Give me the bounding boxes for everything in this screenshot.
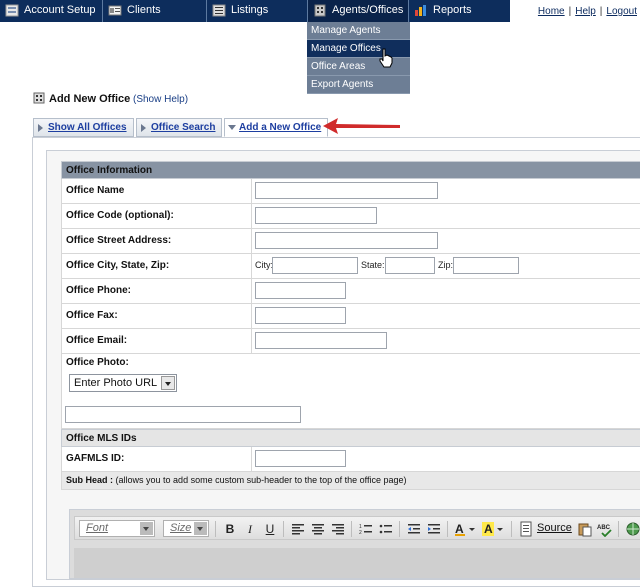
logout-link[interactable]: Logout bbox=[606, 6, 637, 17]
numbered-list-icon[interactable]: 12 bbox=[358, 521, 374, 537]
svg-text:ABC: ABC bbox=[597, 525, 611, 531]
chevron-down-icon bbox=[140, 522, 153, 535]
office-code-input[interactable] bbox=[255, 207, 377, 224]
section-office-mls-ids: Office MLS IDs bbox=[61, 429, 640, 447]
bulleted-list-icon[interactable] bbox=[378, 521, 394, 537]
tab-office-search[interactable]: Office Search bbox=[136, 118, 223, 137]
city-input[interactable] bbox=[272, 257, 358, 274]
agents-offices-dropdown: Manage Agents Manage Offices Office Area… bbox=[307, 22, 410, 94]
photo-url-input[interactable] bbox=[65, 406, 301, 423]
spellcheck-icon[interactable]: ABC bbox=[597, 521, 613, 537]
office-form: Office Information Office Name Office Co… bbox=[61, 161, 640, 490]
tab-arrow-down-icon bbox=[228, 125, 236, 130]
office-fax-input[interactable] bbox=[255, 307, 346, 324]
home-link[interactable]: Home bbox=[538, 6, 565, 17]
svg-text:A: A bbox=[455, 522, 464, 536]
underline-button[interactable]: U bbox=[262, 521, 278, 537]
row-office-photo: Office Photo: Enter Photo URL bbox=[61, 354, 640, 429]
office-name-input[interactable] bbox=[255, 182, 438, 199]
paste-icon[interactable] bbox=[577, 521, 593, 537]
svg-text:2: 2 bbox=[359, 530, 362, 536]
editor-toolbar: Font Size B I U 12 A A Source ABC bbox=[74, 516, 640, 540]
clients-icon bbox=[108, 5, 122, 16]
row-office-phone: Office Phone: bbox=[61, 279, 640, 304]
tab-add-new-office[interactable]: Add a New Office bbox=[224, 118, 329, 137]
zip-input[interactable] bbox=[453, 257, 519, 274]
text-color-icon[interactable]: A bbox=[454, 521, 478, 537]
row-office-name: Office Name bbox=[61, 179, 640, 204]
svg-text:A: A bbox=[484, 522, 493, 536]
show-help-link[interactable]: (Show Help) bbox=[133, 94, 188, 105]
hand-cursor-icon bbox=[379, 48, 393, 68]
tab-arrow-icon bbox=[38, 124, 43, 132]
nav-listings[interactable]: Listings bbox=[207, 0, 308, 22]
source-icon bbox=[520, 521, 532, 537]
row-office-street: Office Street Address: bbox=[61, 229, 640, 254]
source-button[interactable]: Source bbox=[537, 522, 572, 534]
tab-arrow-icon bbox=[141, 124, 146, 132]
align-right-icon[interactable] bbox=[330, 521, 346, 537]
globe-icon[interactable] bbox=[625, 521, 640, 537]
row-gafmls-id: GAFMLS ID: bbox=[61, 447, 640, 472]
state-input[interactable] bbox=[385, 257, 435, 274]
top-nav: Account Setup Clients Listings Agents/Of… bbox=[0, 0, 510, 22]
listings-icon bbox=[212, 4, 226, 17]
agents-offices-icon bbox=[314, 4, 326, 17]
indent-icon[interactable] bbox=[426, 521, 442, 537]
menu-item-export-agents[interactable]: Export Agents bbox=[307, 76, 410, 94]
tab-show-all-offices[interactable]: Show All Offices bbox=[33, 118, 134, 137]
top-links: Home | Help | Logout bbox=[537, 6, 637, 17]
row-office-code: Office Code (optional): bbox=[61, 204, 640, 229]
align-center-icon[interactable] bbox=[310, 521, 326, 537]
chevron-down-icon bbox=[194, 522, 207, 535]
outdent-icon[interactable] bbox=[406, 521, 422, 537]
account-setup-icon bbox=[5, 4, 19, 17]
office-email-input[interactable] bbox=[255, 332, 387, 349]
nav-agents-offices[interactable]: Agents/Offices bbox=[308, 0, 409, 22]
menu-item-manage-agents[interactable]: Manage Agents bbox=[307, 22, 410, 40]
chevron-down-icon bbox=[161, 376, 175, 390]
nav-reports[interactable]: Reports bbox=[409, 0, 510, 22]
font-select[interactable]: Font bbox=[79, 520, 155, 537]
reports-icon bbox=[415, 5, 426, 16]
help-link[interactable]: Help bbox=[575, 6, 596, 17]
size-select[interactable]: Size bbox=[163, 520, 209, 537]
background-color-icon[interactable]: A bbox=[482, 521, 506, 537]
office-street-input[interactable] bbox=[255, 232, 438, 249]
nav-clients[interactable]: Clients bbox=[103, 0, 207, 22]
office-phone-input[interactable] bbox=[255, 282, 346, 299]
page-title: Add New Office bbox=[33, 92, 130, 105]
row-office-city-state-zip: Office City, State, Zip: City: State: Zi… bbox=[61, 254, 640, 279]
photo-source-select[interactable]: Enter Photo URL bbox=[69, 374, 177, 392]
menu-item-office-areas[interactable]: Office Areas bbox=[307, 58, 410, 76]
row-office-fax: Office Fax: bbox=[61, 304, 640, 329]
row-office-email: Office Email: bbox=[61, 329, 640, 354]
office-building-icon bbox=[33, 92, 45, 104]
align-left-icon[interactable] bbox=[290, 521, 306, 537]
section-office-information: Office Information bbox=[61, 161, 640, 179]
italic-button[interactable]: I bbox=[242, 521, 258, 537]
menu-item-manage-offices[interactable]: Manage Offices bbox=[307, 40, 410, 58]
row-sub-head: Sub Head : (allows you to add some custo… bbox=[61, 472, 640, 490]
nav-account-setup[interactable]: Account Setup bbox=[0, 0, 103, 22]
bold-button[interactable]: B bbox=[222, 521, 238, 537]
red-arrow-icon bbox=[323, 118, 400, 134]
gafmls-id-input[interactable] bbox=[255, 450, 346, 467]
